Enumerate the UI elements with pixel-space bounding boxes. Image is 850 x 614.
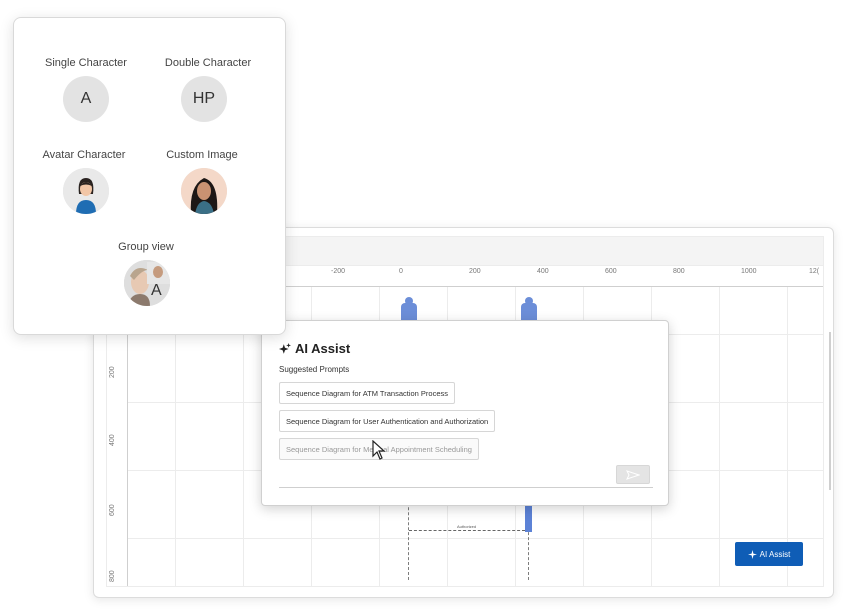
ruler-label: 200	[469, 268, 481, 275]
ruler-label: 12(	[809, 268, 820, 275]
double-character-avatar: HP	[181, 76, 227, 122]
group-avatar: A	[124, 260, 170, 306]
prompt-input[interactable]	[279, 465, 653, 488]
send-button[interactable]	[616, 465, 650, 484]
ruler-label: 400	[537, 268, 549, 275]
group-view-label: Group view	[118, 241, 174, 253]
ruler-label: 800	[673, 268, 685, 275]
prompt-chip[interactable]: Sequence Diagram for User Authentication…	[279, 410, 496, 432]
woman-photo-icon	[181, 168, 227, 214]
send-icon	[626, 469, 640, 480]
suggested-prompts-label: Suggested Prompts	[279, 365, 350, 374]
message-arrow	[409, 530, 525, 531]
ruler-label: 600	[605, 268, 617, 275]
sparkle-icon	[747, 549, 757, 559]
avatar-character-label: Avatar Character	[42, 149, 126, 161]
avatar-card: Single Character A Double Character HP A…	[13, 17, 286, 335]
person-avatar-icon	[63, 168, 109, 214]
ruler-label: 200	[109, 366, 116, 378]
double-character-label: Double Character	[164, 57, 252, 69]
vertical-scrollbar[interactable]	[829, 332, 831, 490]
prompt-chip[interactable]: Sequence Diagram for ATM Transaction Pro…	[279, 382, 456, 404]
ruler-label: 600	[109, 504, 116, 516]
activation-bar	[525, 504, 532, 532]
single-character-avatar: A	[63, 76, 109, 122]
ruler-label: 800	[109, 570, 116, 582]
custom-image-avatar	[181, 168, 227, 214]
ruler-label: 400	[109, 434, 116, 446]
ruler-label: -200	[331, 268, 346, 275]
dialog-title: AI Assist	[279, 341, 350, 356]
ai-assist-button-label: AI Assist	[759, 549, 791, 559]
ai-assist-dialog: AI Assist Suggested Prompts Sequence Dia…	[261, 320, 669, 506]
ai-assist-button[interactable]: AI Assist	[735, 542, 803, 566]
dialog-title-text: AI Assist	[295, 341, 351, 356]
ruler-label: 1000	[741, 268, 757, 275]
avatar-character-avatar	[63, 168, 109, 214]
group-avatar-initial: A	[151, 282, 162, 299]
mouse-cursor-icon	[372, 440, 386, 460]
sparkle-icon	[279, 342, 291, 354]
group-photo-icon	[124, 260, 170, 306]
ruler-label: 0	[399, 268, 403, 275]
message-label: Authorized	[457, 524, 477, 529]
single-character-label: Single Character	[45, 57, 127, 69]
custom-image-label: Custom Image	[166, 149, 238, 161]
